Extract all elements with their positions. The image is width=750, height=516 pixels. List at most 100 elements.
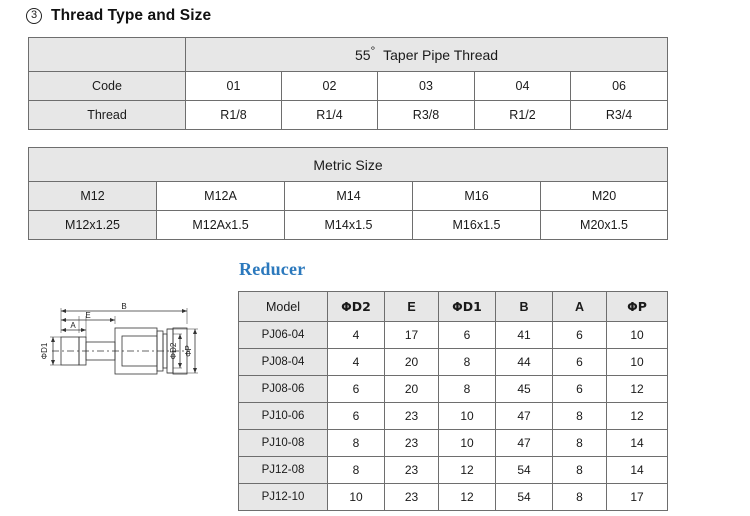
cell-metric-name-4: M20 xyxy=(539,181,669,211)
cell-code-2: 03 xyxy=(377,71,475,101)
reducer-dimensions-table: Model ΦD2 E ΦD1 B A ΦP PJ06-04 4 17 6 41… xyxy=(238,291,668,511)
cell-b: 41 xyxy=(495,321,553,349)
cell-thread-1: R1/4 xyxy=(281,100,378,130)
cell-thread-2: R3/8 xyxy=(377,100,475,130)
reducer-heading: Reducer xyxy=(239,259,306,279)
cell-code-3: 04 xyxy=(474,71,571,101)
cell-model: PJ10-06 xyxy=(238,402,328,430)
page-title: Thread Type and Size xyxy=(51,7,212,24)
metric-table-group-header: Metric Size xyxy=(27,147,669,182)
column-header-d1: ΦD1 xyxy=(438,291,496,322)
cell-p: 10 xyxy=(606,348,668,376)
cell-e: 20 xyxy=(384,348,439,376)
cell-p: 12 xyxy=(606,402,668,430)
cell-metric-pitch-0: M12x1.25 xyxy=(28,210,157,240)
cell-metric-pitch-1: M12Ax1.5 xyxy=(156,210,285,240)
column-header-a: A xyxy=(552,291,607,322)
table-row: 55° Taper Pipe Thread xyxy=(28,37,669,72)
table-row: Code 01 02 03 04 06 xyxy=(28,71,669,101)
cell-metric-name-1: M12A xyxy=(156,181,285,211)
cell-d2: 4 xyxy=(327,321,385,349)
cell-metric-name-2: M14 xyxy=(284,181,413,211)
cell-d1: 12 xyxy=(438,483,496,511)
cell-a: 6 xyxy=(552,375,607,403)
drawing-label-e: E xyxy=(85,311,90,320)
cell-e: 23 xyxy=(384,429,439,457)
thread-group-header-text: Taper Pipe Thread xyxy=(383,46,499,63)
drawing-part-large-body xyxy=(114,327,158,375)
cell-a: 8 xyxy=(552,456,607,484)
cell-model: PJ12-08 xyxy=(238,456,328,484)
thread-table-group-header: 55° Taper Pipe Thread xyxy=(184,37,669,72)
cell-p: 12 xyxy=(606,375,668,403)
drawing-label-p: ΦP xyxy=(184,345,193,357)
column-header-e: E xyxy=(384,291,439,322)
cell-d2: 8 xyxy=(327,456,385,484)
thread-type-table: 55° Taper Pipe Thread Code 01 02 03 04 0… xyxy=(28,37,669,130)
cell-d1: 6 xyxy=(438,321,496,349)
table-row: M12 M12A M14 M16 M20 xyxy=(28,181,669,211)
cell-a: 8 xyxy=(552,483,607,511)
table-row: PJ12-10 10 23 12 54 8 17 xyxy=(238,483,668,511)
table-row: PJ10-06 6 23 10 47 8 12 xyxy=(238,402,668,430)
cell-model: PJ08-04 xyxy=(238,348,328,376)
cell-e: 23 xyxy=(384,456,439,484)
cell-a: 6 xyxy=(552,321,607,349)
cell-d2: 6 xyxy=(327,402,385,430)
cell-d1: 8 xyxy=(438,348,496,376)
cell-code-1: 02 xyxy=(281,71,378,101)
column-header-d2: ΦD2 xyxy=(327,291,385,322)
cell-thread-0: R1/8 xyxy=(185,100,282,130)
cell-code-4: 06 xyxy=(569,71,669,101)
cell-b: 54 xyxy=(495,456,553,484)
cell-metric-pitch-3: M16x1.5 xyxy=(412,210,541,240)
cell-e: 23 xyxy=(384,483,439,511)
cell-model: PJ08-06 xyxy=(238,375,328,403)
cell-b: 44 xyxy=(495,348,553,376)
cell-metric-pitch-4: M20x1.5 xyxy=(539,210,669,240)
cell-p: 14 xyxy=(606,456,668,484)
cell-p: 14 xyxy=(606,429,668,457)
cell-model: PJ12-10 xyxy=(238,483,328,511)
table-row: PJ06-04 4 17 6 41 6 10 xyxy=(238,321,668,349)
table-row: PJ12-08 8 23 12 54 8 14 xyxy=(238,456,668,484)
cell-e: 17 xyxy=(384,321,439,349)
thread-table-corner xyxy=(28,37,186,72)
table-row: PJ08-04 4 20 8 44 6 10 xyxy=(238,348,668,376)
table-row: Thread R1/8 R1/4 R3/8 R1/2 R3/4 xyxy=(28,100,669,130)
cell-p: 10 xyxy=(606,321,668,349)
section-number-badge: 3 xyxy=(26,8,42,24)
cell-model: PJ06-04 xyxy=(238,321,328,349)
cell-e: 23 xyxy=(384,402,439,430)
cell-thread-3: R1/2 xyxy=(474,100,571,130)
cell-d1: 10 xyxy=(438,429,496,457)
table-header-row: Model ΦD2 E ΦD1 B A ΦP xyxy=(238,291,668,322)
cell-model: PJ10-08 xyxy=(238,429,328,457)
cell-d2: 6 xyxy=(327,375,385,403)
table-row: Metric Size xyxy=(27,147,669,182)
cell-d1: 12 xyxy=(438,456,496,484)
cell-b: 47 xyxy=(495,429,553,457)
row-label-thread: Thread xyxy=(28,100,186,130)
table-row: PJ08-06 6 20 8 45 6 12 xyxy=(238,375,668,403)
drawing-label-a: A xyxy=(70,321,76,330)
cell-p: 17 xyxy=(606,483,668,511)
table-row: PJ10-08 8 23 10 47 8 14 xyxy=(238,429,668,457)
drawing-label-d1: ΦD1 xyxy=(40,342,49,359)
drawing-label-b: B xyxy=(121,302,126,311)
cell-a: 6 xyxy=(552,348,607,376)
thread-angle-value: 55 xyxy=(354,46,371,63)
column-header-model: Model xyxy=(238,291,328,322)
cell-metric-pitch-2: M14x1.5 xyxy=(284,210,413,240)
cell-a: 8 xyxy=(552,402,607,430)
column-header-b: B xyxy=(495,291,553,322)
cell-a: 8 xyxy=(552,429,607,457)
cell-b: 47 xyxy=(495,402,553,430)
cell-thread-4: R3/4 xyxy=(569,100,669,130)
cell-b: 45 xyxy=(495,375,553,403)
cell-metric-name-3: M16 xyxy=(412,181,541,211)
table-row: M12x1.25 M12Ax1.5 M14x1.5 M16x1.5 M20x1.… xyxy=(28,210,669,240)
row-label-code: Code xyxy=(28,71,186,101)
cell-e: 20 xyxy=(384,375,439,403)
section-heading: 3 Thread Type and Size xyxy=(26,7,211,25)
